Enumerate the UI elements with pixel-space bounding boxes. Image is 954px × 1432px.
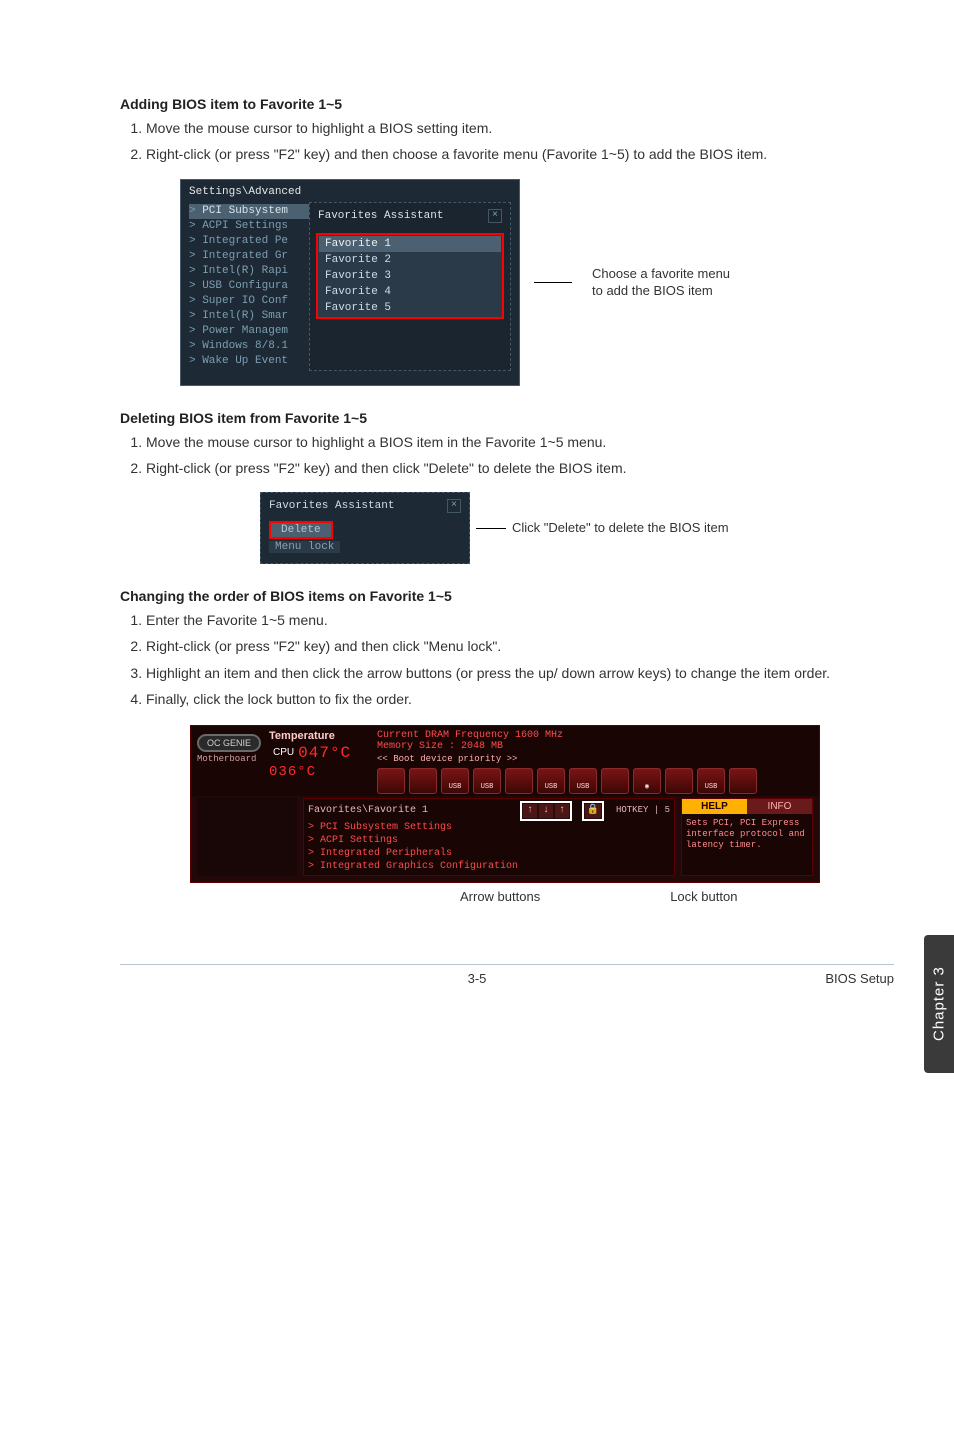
boot-device-icon[interactable]: USB	[569, 768, 597, 794]
memory-size: Memory Size : 2048 MB	[377, 741, 813, 752]
settings-item[interactable]: > Windows 8/8.1	[189, 339, 309, 354]
settings-item[interactable]: > Intel(R) Smar	[189, 309, 309, 324]
oc-genie-button[interactable]: OC GENIE	[197, 734, 261, 752]
chg-steps-list: Enter the Favorite 1~5 menu. Right-click…	[120, 610, 894, 709]
tab-help[interactable]: HELP	[682, 799, 747, 814]
settings-item[interactable]: > Super IO Conf	[189, 294, 309, 309]
bios-side-graphic	[197, 798, 297, 876]
figure-add: Settings\Advanced > PCI Subsystem > ACPI…	[180, 179, 894, 386]
favorite-item[interactable]: > Integrated Graphics Configuration	[308, 860, 670, 873]
chg-step-3: Highlight an item and then click the arr…	[146, 663, 894, 683]
favorite-option[interactable]: Favorite 1	[319, 236, 501, 252]
favorite-option[interactable]: Favorite 2	[319, 252, 501, 268]
settings-item[interactable]: > Integrated Gr	[189, 249, 309, 264]
arrow-buttons[interactable]: ↑ ↓ ↑	[520, 801, 572, 821]
boot-device-icon[interactable]	[665, 768, 693, 794]
favorites-assistant-popup-delete: Favorites Assistant × Delete Menu lock	[260, 492, 470, 564]
footer-section: BIOS Setup	[825, 971, 894, 986]
boot-device-icon[interactable]	[377, 768, 405, 794]
arrow-up-icon[interactable]: ↑	[523, 804, 537, 818]
boot-device-icon[interactable]: USB	[473, 768, 501, 794]
del-steps-list: Move the mouse cursor to highlight a BIO…	[120, 432, 894, 479]
settings-item[interactable]: > Integrated Pe	[189, 234, 309, 249]
arrow-down-icon[interactable]: ↓	[539, 804, 553, 818]
boot-device-row: USB USB USB USB ◉ USB	[377, 768, 813, 794]
arrow-up-icon[interactable]: ↑	[555, 804, 569, 818]
heading-add: Adding BIOS item to Favorite 1~5	[120, 96, 894, 112]
chg-step-1: Enter the Favorite 1~5 menu.	[146, 610, 894, 630]
lock-button[interactable]: 🔒	[582, 801, 604, 821]
boot-device-icon[interactable]	[601, 768, 629, 794]
callout-text: Choose a favorite menu to add the BIOS i…	[592, 265, 730, 300]
favorite-choice-list: Favorite 1 Favorite 2 Favorite 3 Favorit…	[316, 233, 504, 319]
settings-item[interactable]: > ACPI Settings	[189, 219, 309, 234]
boot-device-icon[interactable]: ◉	[633, 768, 661, 794]
favorite-option[interactable]: Favorite 5	[319, 300, 501, 316]
menu-lock-option[interactable]: Menu lock	[269, 541, 340, 553]
annot-arrow-buttons: Arrow buttons	[460, 889, 540, 904]
breadcrumb: Favorites\Favorite 1	[308, 805, 428, 816]
figure-annotations: Arrow buttons Lock button	[190, 889, 820, 904]
add-step-1: Move the mouse cursor to highlight a BIO…	[146, 118, 894, 138]
figure-delete: Favorites Assistant × Delete Menu lock C…	[260, 492, 894, 564]
heading-del: Deleting BIOS item from Favorite 1~5	[120, 410, 894, 426]
breadcrumb: Settings\Advanced	[181, 180, 519, 202]
lock-icon: 🔒	[585, 804, 601, 818]
favorite-option[interactable]: Favorite 3	[319, 268, 501, 284]
favorite-option[interactable]: Favorite 4	[319, 284, 501, 300]
chg-step-4: Finally, click the lock button to fix th…	[146, 689, 894, 709]
settings-item[interactable]: > PCI Subsystem	[189, 204, 309, 219]
settings-item[interactable]: > Power Managem	[189, 324, 309, 339]
page-number: 3-5	[468, 971, 487, 986]
callout-text: Click "Delete" to delete the BIOS item	[512, 519, 729, 537]
bios-window-add: Settings\Advanced > PCI Subsystem > ACPI…	[180, 179, 520, 386]
tab-info[interactable]: INFO	[747, 799, 812, 814]
boot-device-icon[interactable]	[505, 768, 533, 794]
close-icon[interactable]: ×	[488, 209, 502, 223]
settings-item[interactable]: > Wake Up Event	[189, 354, 309, 369]
delete-option[interactable]: Delete	[269, 521, 333, 539]
boot-device-icon[interactable]: USB	[697, 768, 725, 794]
add-steps-list: Move the mouse cursor to highlight a BIO…	[120, 118, 894, 165]
dram-frequency: Current DRAM Frequency 1600 MHz	[377, 730, 813, 741]
callout-leader	[476, 528, 506, 529]
hotkey-label: HOTKEY | 5	[616, 805, 670, 815]
boot-device-icon[interactable]: USB	[441, 768, 469, 794]
settings-list: > PCI Subsystem > ACPI Settings > Integr…	[181, 202, 309, 371]
chapter-tab: Chapter 3	[924, 935, 954, 1073]
settings-item[interactable]: > USB Configura	[189, 279, 309, 294]
bios-main-screenshot: OC GENIE Motherboard Temperature CPU 047…	[190, 725, 820, 883]
callout-leader	[534, 282, 572, 283]
mb-temp-value: 036°C	[269, 764, 351, 780]
cpu-label: CPU	[273, 747, 294, 758]
cpu-temp-value: 047°C	[298, 744, 351, 762]
motherboard-label: Motherboard	[197, 754, 261, 764]
del-step-1: Move the mouse cursor to highlight a BIO…	[146, 432, 894, 452]
temperature-label: Temperature	[269, 730, 351, 742]
favorite-item[interactable]: > ACPI Settings	[308, 834, 670, 847]
del-step-2: Right-click (or press "F2" key) and then…	[146, 458, 894, 478]
chg-step-2: Right-click (or press "F2" key) and then…	[146, 636, 894, 656]
close-icon[interactable]: ×	[447, 499, 461, 513]
boot-device-icon[interactable]: USB	[537, 768, 565, 794]
favorites-assistant-popup: Favorites Assistant × Favorite 1 Favorit…	[309, 202, 511, 371]
page-footer: 3-5 BIOS Setup	[120, 964, 894, 986]
favorite-item[interactable]: > Integrated Peripherals	[308, 847, 670, 860]
settings-item[interactable]: > Intel(R) Rapi	[189, 264, 309, 279]
boot-priority-label: << Boot device priority >>	[377, 754, 813, 764]
heading-chg: Changing the order of BIOS items on Favo…	[120, 588, 894, 604]
help-pane: HELP INFO Sets PCI, PCI Express interfac…	[681, 798, 813, 876]
help-text: Sets PCI, PCI Express interface protocol…	[682, 814, 812, 855]
add-step-2: Right-click (or press "F2" key) and then…	[146, 144, 894, 164]
popup-title: Favorites Assistant	[318, 210, 443, 222]
popup-title: Favorites Assistant	[269, 500, 394, 512]
boot-device-icon[interactable]	[409, 768, 437, 794]
favorite-item[interactable]: > PCI Subsystem Settings	[308, 821, 670, 834]
boot-device-icon[interactable]	[729, 768, 757, 794]
annot-lock-button: Lock button	[670, 889, 737, 904]
